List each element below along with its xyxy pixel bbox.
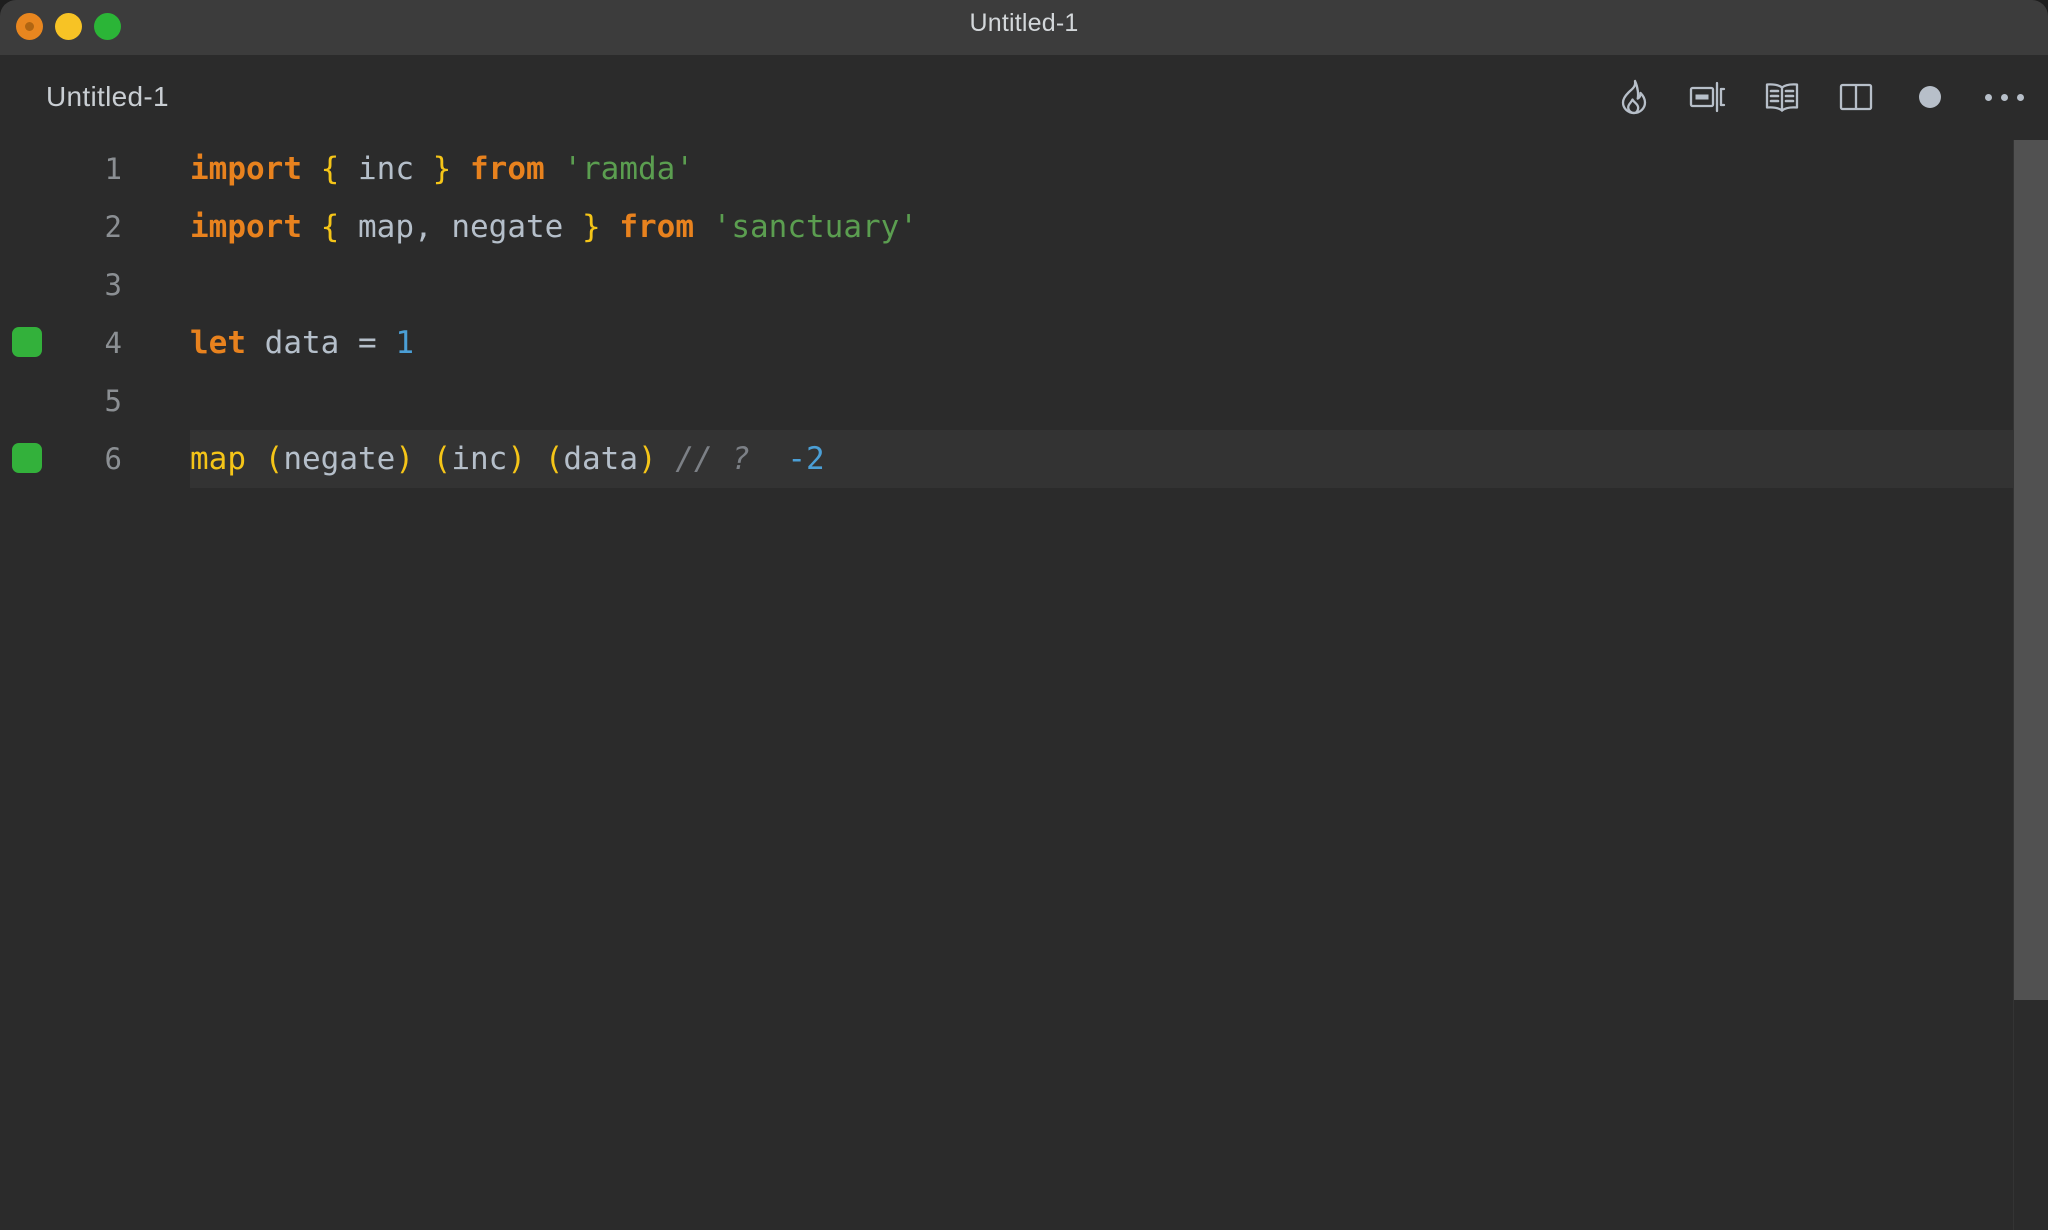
- token: ): [395, 441, 414, 477]
- flame-icon[interactable]: [1612, 75, 1656, 119]
- code-line-5[interactable]: 5: [0, 372, 2048, 430]
- line-number: 2: [104, 210, 122, 244]
- token: ?: [731, 441, 751, 477]
- token: }: [432, 151, 452, 187]
- line-number: 4: [104, 326, 122, 360]
- token: (: [432, 441, 452, 477]
- breakpoint-marker-icon[interactable]: [12, 327, 42, 357]
- token: ): [507, 441, 527, 477]
- token: data: [264, 325, 340, 361]
- vertical-scrollbar[interactable]: [2013, 140, 2048, 1230]
- tab-untitled-1[interactable]: Untitled-1: [46, 81, 169, 113]
- open-book-icon[interactable]: [1760, 75, 1804, 119]
- line-number: 3: [104, 268, 122, 302]
- token: {: [320, 209, 340, 245]
- breakpoint-marker-icon[interactable]: [12, 443, 42, 473]
- editor-toolbar: [1612, 75, 2026, 119]
- token: let: [190, 325, 246, 361]
- token: 'ramda': [563, 151, 694, 187]
- code-content[interactable]: map (negate) (inc) (data) // ? -2: [190, 430, 2048, 488]
- more-actions-button[interactable]: [1982, 75, 2026, 119]
- token: inc: [451, 441, 508, 477]
- token: (: [264, 441, 284, 477]
- token: //: [675, 441, 713, 477]
- token: from: [619, 209, 694, 245]
- line-number: 1: [104, 152, 122, 186]
- unsaved-dot-icon[interactable]: [1908, 75, 1952, 119]
- token: =: [358, 325, 377, 361]
- token: data: [563, 441, 639, 477]
- line-number: 6: [104, 442, 122, 476]
- code-line-3[interactable]: 3: [0, 256, 2048, 314]
- token: import: [190, 151, 302, 187]
- window-titlebar: Untitled-1: [0, 0, 2048, 55]
- code-content[interactable]: let data = 1: [190, 314, 414, 372]
- code-content[interactable]: import { inc } from 'ramda': [190, 140, 694, 198]
- token: (: [544, 441, 564, 477]
- token: -2: [787, 441, 825, 477]
- token: import: [190, 209, 302, 245]
- token: {: [320, 151, 340, 187]
- line-number: 5: [104, 384, 122, 418]
- editor-window: Untitled-1 Untitled-1 1 import {inc} f…: [0, 0, 2048, 1230]
- code-line-1[interactable]: 1 import { inc } from 'ramda': [0, 140, 2048, 198]
- code-content[interactable]: import { map, negate } from 'sanctuary': [190, 198, 918, 256]
- token: 'sanctuary': [712, 209, 918, 245]
- scrollbar-thumb[interactable]: [2014, 140, 2048, 1000]
- dot-icon: [1919, 86, 1941, 108]
- token: inc: [358, 151, 414, 187]
- token: map: [358, 209, 414, 245]
- code-editor[interactable]: 1 import { inc } from 'ramda' 2 import { ma…: [0, 140, 2048, 1230]
- code-line-4[interactable]: 4 let data = 1: [0, 314, 2048, 372]
- split-terminal-icon[interactable]: [1686, 75, 1730, 119]
- token: map: [190, 441, 246, 477]
- code-line-6[interactable]: 6 map (negate) (inc) (data) // ? -2: [0, 430, 2048, 488]
- token: ): [638, 441, 657, 477]
- token: 1: [395, 325, 415, 361]
- split-editor-icon[interactable]: [1834, 75, 1878, 119]
- token: ,: [414, 209, 433, 245]
- token: }: [582, 209, 601, 245]
- token: from: [470, 151, 545, 187]
- code-line-2[interactable]: 2 import { map, negate } from 'sanctuary': [0, 198, 2048, 256]
- ellipsis-icon: [1984, 93, 2024, 101]
- token: negate: [451, 209, 564, 245]
- token: negate: [283, 441, 396, 477]
- window-title: Untitled-1: [969, 9, 1079, 37]
- editor-tabbar: Untitled-1: [0, 55, 2048, 140]
